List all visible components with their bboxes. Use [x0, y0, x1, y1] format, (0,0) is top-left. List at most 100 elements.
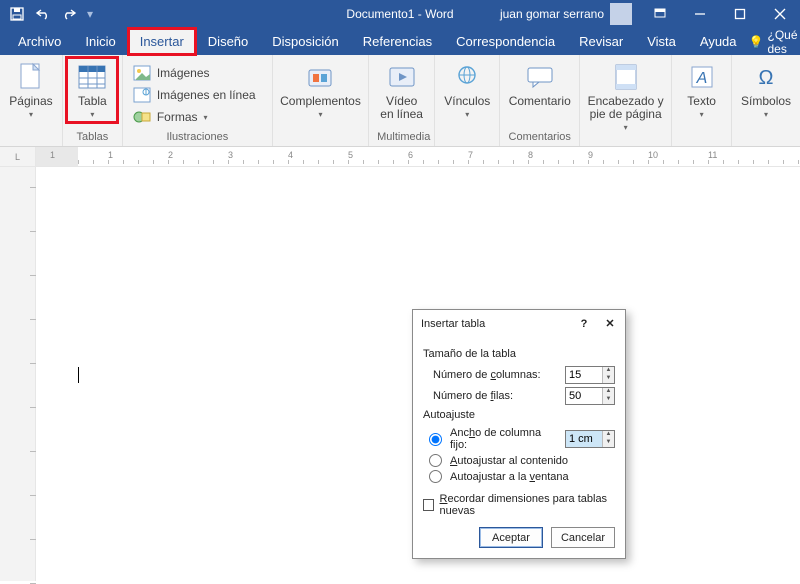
chevron-down-icon: ▾: [204, 113, 208, 122]
user-account[interactable]: juan gomar serrano: [492, 3, 640, 25]
spin-down-icon[interactable]: ▼: [603, 439, 614, 447]
text-icon: A: [686, 61, 718, 93]
fixed-width-spinner[interactable]: ▲▼: [565, 430, 615, 448]
tab-vista[interactable]: Vista: [635, 28, 688, 55]
spin-down-icon[interactable]: ▼: [603, 396, 614, 404]
dialog-titlebar[interactable]: Insertar tabla ? ✕: [413, 310, 625, 338]
save-icon[interactable]: [6, 3, 28, 25]
tab-correspondencia[interactable]: Correspondencia: [444, 28, 567, 55]
autofit-content-radio[interactable]: [429, 454, 442, 467]
table-icon: [76, 61, 108, 93]
chevron-down-icon: ▾: [318, 110, 322, 119]
encabezado-button[interactable]: Encabezado y pie de página ▾: [584, 59, 668, 134]
complementos-button[interactable]: Complementos ▾: [276, 59, 365, 121]
tabla-button[interactable]: Tabla ▾: [68, 59, 116, 121]
video-en-linea-button[interactable]: Vídeo en línea: [376, 59, 427, 123]
minimize-button[interactable]: [680, 0, 720, 28]
vinculos-label: Vínculos: [444, 95, 490, 108]
group-label-ilustraciones: Ilustraciones: [131, 129, 264, 146]
group-tablas: Tabla ▾ Tablas: [63, 55, 123, 146]
page-icon: [15, 61, 47, 93]
cancel-button[interactable]: Cancelar: [551, 527, 615, 548]
redo-icon[interactable]: [58, 3, 80, 25]
group-encabezado: Encabezado y pie de página ▾: [580, 55, 672, 146]
tab-referencias[interactable]: Referencias: [351, 28, 444, 55]
remember-label: Recordar dimensiones para tablas nuevas: [440, 493, 615, 517]
picture-icon: [133, 64, 151, 82]
imagenes-en-linea-button[interactable]: Imágenes en línea: [131, 85, 258, 105]
vinculos-button[interactable]: Vínculos ▾: [440, 59, 494, 121]
undo-icon[interactable]: [32, 3, 54, 25]
group-vinculos: Vínculos ▾: [435, 55, 500, 146]
svg-text:Ω: Ω: [759, 67, 774, 89]
rows-label: Número de filas:: [433, 390, 559, 402]
rows-spinner[interactable]: ▲▼: [565, 387, 615, 405]
online-picture-icon: [133, 86, 151, 104]
chevron-down-icon: ▾: [465, 110, 469, 119]
tab-disposicion[interactable]: Disposición: [260, 28, 350, 55]
ruler-corner: L: [0, 147, 36, 166]
qat-customize-icon[interactable]: ▾: [84, 7, 96, 21]
spin-up-icon[interactable]: ▲: [603, 431, 614, 439]
lightbulb-icon: 💡: [749, 35, 764, 49]
autofit-window-radio[interactable]: [429, 470, 442, 483]
user-name-label: juan gomar serrano: [500, 7, 604, 21]
tab-ayuda[interactable]: Ayuda: [688, 28, 749, 55]
ribbon: Páginas ▾ Tabla ▾ Tablas Imágenes Imágen…: [0, 55, 800, 147]
rows-input[interactable]: [566, 388, 602, 404]
spin-up-icon[interactable]: ▲: [603, 388, 614, 396]
columns-label: Número de columnas:: [433, 369, 559, 381]
texto-button[interactable]: A Texto ▾: [678, 59, 726, 121]
comentario-button[interactable]: Comentario: [505, 59, 575, 110]
autofit-window-label: Autoajustar a la ventana: [450, 471, 569, 483]
link-icon: [451, 61, 483, 93]
horizontal-ruler[interactable]: L 11234567891011: [0, 147, 800, 167]
help-button[interactable]: ?: [577, 317, 591, 331]
tab-inicio[interactable]: Inicio: [73, 28, 127, 55]
close-button[interactable]: [760, 0, 800, 28]
paginas-button[interactable]: Páginas ▾: [5, 59, 56, 121]
title-bar: ▾ Documento1 - Word juan gomar serrano: [0, 0, 800, 28]
chevron-down-icon: ▾: [764, 110, 768, 119]
ok-button[interactable]: Aceptar: [479, 527, 543, 548]
avatar-icon: [610, 3, 632, 25]
tab-insertar[interactable]: Insertar: [128, 28, 196, 55]
document-page[interactable]: Insertar tabla ? ✕ Tamaño de la tabla Nú…: [36, 167, 800, 581]
vertical-ruler[interactable]: [0, 167, 36, 581]
section-autofit-label: Autoajuste: [423, 409, 615, 421]
paginas-label: Páginas: [9, 95, 52, 108]
simbolos-button[interactable]: Ω Símbolos ▾: [737, 59, 795, 121]
remember-checkbox-row[interactable]: Recordar dimensiones para tablas nuevas: [423, 493, 615, 517]
group-texto: A Texto ▾: [672, 55, 732, 146]
maximize-button[interactable]: [720, 0, 760, 28]
columns-spinner[interactable]: ▲▼: [565, 366, 615, 384]
remember-checkbox[interactable]: [423, 499, 434, 511]
formas-label: Formas: [157, 110, 198, 124]
video-label: Vídeo en línea: [380, 95, 423, 121]
columns-input[interactable]: [566, 367, 602, 383]
close-icon[interactable]: ✕: [603, 317, 617, 331]
tab-revisar[interactable]: Revisar: [567, 28, 635, 55]
fixed-width-input[interactable]: [566, 431, 602, 447]
group-label-multimedia: Multimedia: [377, 129, 426, 146]
group-multimedia: Vídeo en línea Multimedia: [369, 55, 435, 146]
tabla-label: Tabla: [78, 95, 107, 108]
header-footer-icon: [610, 61, 642, 93]
spin-down-icon[interactable]: ▼: [603, 375, 614, 383]
imagenes-en-linea-label: Imágenes en línea: [157, 88, 256, 102]
tell-me-search[interactable]: 💡 ¿Qué des: [749, 28, 798, 56]
imagenes-label: Imágenes: [157, 66, 210, 80]
document-title: Documento1 - Word: [346, 7, 453, 21]
formas-button[interactable]: Formas ▾: [131, 107, 258, 127]
group-simbolos: Ω Símbolos ▾: [732, 55, 800, 146]
fixed-width-radio[interactable]: [429, 433, 442, 446]
tab-archivo[interactable]: Archivo: [6, 28, 73, 55]
texto-label: Texto: [687, 95, 716, 108]
ribbon-options-icon[interactable]: [640, 0, 680, 28]
spin-up-icon[interactable]: ▲: [603, 367, 614, 375]
tab-diseno[interactable]: Diseño: [196, 28, 260, 55]
shapes-icon: [133, 108, 151, 126]
quick-access-toolbar: ▾: [0, 3, 96, 25]
imagenes-button[interactable]: Imágenes: [131, 63, 258, 83]
ribbon-tabs: Archivo Inicio Insertar Diseño Disposici…: [0, 28, 800, 55]
